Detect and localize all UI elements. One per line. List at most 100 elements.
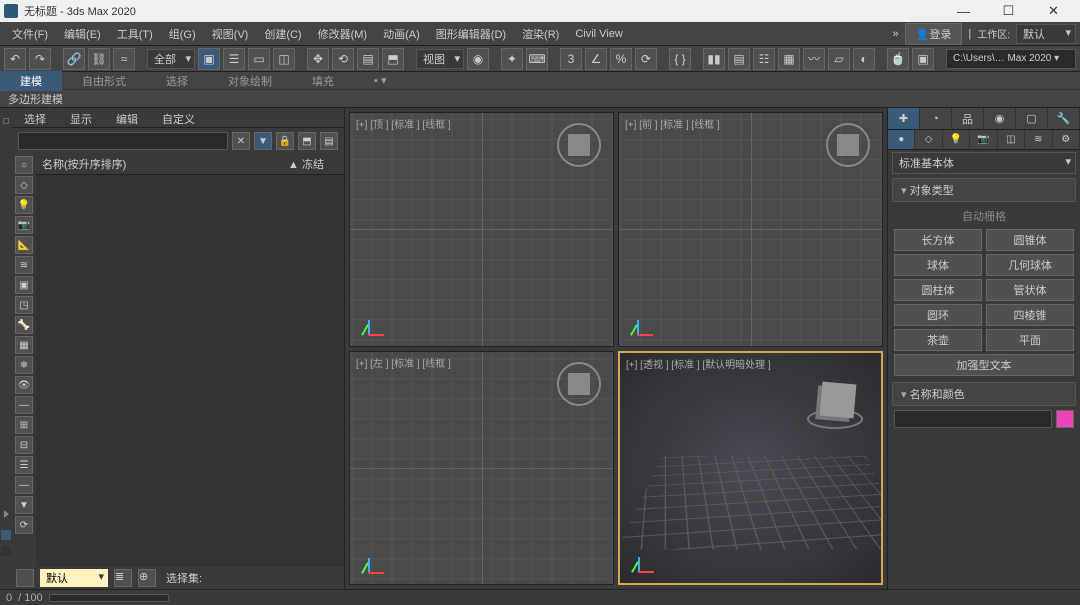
mirror-button[interactable]: ▮▮: [703, 48, 725, 70]
layer-toggle-icon[interactable]: [16, 569, 34, 587]
workspace-select[interactable]: 默认: [1016, 24, 1076, 44]
sub-lights-icon[interactable]: 💡: [943, 130, 970, 149]
expand-icon[interactable]: [4, 510, 9, 518]
filter-cameras-icon[interactable]: 📷: [15, 216, 33, 234]
menu-tools[interactable]: 工具(T): [109, 23, 161, 45]
btn-plane[interactable]: 平面: [986, 329, 1074, 351]
filter-lights-icon[interactable]: 💡: [15, 196, 33, 214]
btn-box[interactable]: 长方体: [894, 229, 982, 251]
filter-icon[interactable]: ▼: [254, 132, 272, 150]
menu-animation[interactable]: 动画(A): [375, 23, 428, 45]
menu-civil-view[interactable]: Civil View: [567, 25, 630, 43]
collapse-all-icon[interactable]: ⊟: [15, 436, 33, 454]
btn-sphere[interactable]: 球体: [894, 254, 982, 276]
toggle-ribbon-button[interactable]: ▦: [778, 48, 800, 70]
select-scale-button[interactable]: ▤: [357, 48, 379, 70]
ribbon-panel-polymodel[interactable]: 多边形建模: [8, 91, 63, 107]
menu-edit[interactable]: 编辑(E): [56, 23, 109, 45]
viewcube-icon[interactable]: [820, 381, 857, 418]
btn-teapot[interactable]: 茶壶: [894, 329, 982, 351]
snap-toggle-button[interactable]: 3: [560, 48, 582, 70]
rollout-name-color[interactable]: 名称和颜色: [892, 382, 1076, 406]
cmd-tab-utilities[interactable]: 🔧: [1048, 108, 1080, 129]
select-rotate-button[interactable]: ⟲: [332, 48, 354, 70]
select-place-button[interactable]: ⬒: [382, 48, 404, 70]
btn-tube[interactable]: 管状体: [986, 279, 1074, 301]
filter-frozen-icon[interactable]: ❄: [15, 356, 33, 374]
unlink-button[interactable]: ⛓: [88, 48, 110, 70]
schematic-view-button[interactable]: ▱: [828, 48, 850, 70]
btn-textplus[interactable]: 加强型文本: [894, 354, 1074, 376]
btn-torus[interactable]: 圆环: [894, 304, 982, 326]
filter-bones-icon[interactable]: 🦴: [15, 316, 33, 334]
cmd-tab-hierarchy[interactable]: 品: [952, 108, 984, 129]
filter-helpers-icon[interactable]: 📐: [15, 236, 33, 254]
bind-spacewarp-button[interactable]: ≈: [113, 48, 135, 70]
sub-helpers-icon[interactable]: ◫: [998, 130, 1025, 149]
color-swatch[interactable]: [1056, 410, 1074, 428]
primitive-category-select[interactable]: 标准基本体: [892, 152, 1076, 174]
ribbon-tab-modeling[interactable]: 建模: [0, 71, 62, 91]
display-children-icon[interactable]: ⬒: [298, 132, 316, 150]
layer-select[interactable]: 默认: [40, 569, 108, 587]
keyboard-shortcut-button[interactable]: ⌨: [526, 48, 548, 70]
project-path[interactable]: C:\Users\… Max 2020 ▾: [946, 49, 1076, 69]
cmd-tab-motion[interactable]: ◉: [984, 108, 1016, 129]
material-editor-button[interactable]: ◐: [853, 48, 875, 70]
object-name-input[interactable]: [894, 410, 1052, 428]
btn-cone[interactable]: 圆锥体: [986, 229, 1074, 251]
clear-search-icon[interactable]: ✕: [232, 132, 250, 150]
scene-explorer-list[interactable]: 名称(按升序排序) ▲ 冻结: [36, 154, 344, 567]
sub-cameras-icon[interactable]: 📷: [970, 130, 997, 149]
ref-coord-select[interactable]: 视图: [416, 49, 464, 69]
filter-hidden-icon[interactable]: 👁: [15, 376, 33, 394]
viewcube-icon[interactable]: [557, 362, 601, 406]
viewport-front[interactable]: [+] [前 ] [标准 ] [线框 ]: [618, 112, 883, 347]
btn-cylinder[interactable]: 圆柱体: [894, 279, 982, 301]
viewport-layout-alt[interactable]: [1, 546, 11, 556]
redo-button[interactable]: ↷: [29, 48, 51, 70]
filter-geometry-icon[interactable]: ○: [15, 156, 33, 174]
ribbon-tab-selection[interactable]: 选择: [146, 71, 208, 91]
layer-explorer-button[interactable]: ☷: [753, 48, 775, 70]
spinner-snap-button[interactable]: ⟳: [635, 48, 657, 70]
cmd-tab-modify[interactable]: ◔: [920, 108, 952, 129]
viewport-top[interactable]: [+] [顶 ] [标准 ] [线框 ]: [349, 112, 614, 347]
manipulate-button[interactable]: ✦: [501, 48, 523, 70]
filter-shapes-icon[interactable]: ◇: [15, 176, 33, 194]
render-setup-button[interactable]: 🍵: [887, 48, 909, 70]
curve-editor-button[interactable]: 〰: [803, 48, 825, 70]
login-button[interactable]: 👤登录: [905, 23, 963, 45]
sync-icon[interactable]: ⟳: [15, 516, 33, 534]
scene-tab-edit[interactable]: 编辑: [104, 108, 150, 127]
viewcube-icon[interactable]: [826, 123, 870, 167]
btn-pyramid[interactable]: 四棱锥: [986, 304, 1074, 326]
scene-tab-select[interactable]: 选择: [12, 108, 58, 127]
cmd-tab-display[interactable]: ▢: [1016, 108, 1048, 129]
sub-geometry-icon[interactable]: ●: [888, 130, 915, 149]
filter-spacewarps-icon[interactable]: ≋: [15, 256, 33, 274]
window-crossing-button[interactable]: ◫: [273, 48, 295, 70]
viewport-left[interactable]: [+] [左 ] [标准 ] [线框 ]: [349, 351, 614, 586]
link-button[interactable]: 🔗: [63, 48, 85, 70]
sub-systems-icon[interactable]: ⚙: [1053, 130, 1080, 149]
col-name[interactable]: 名称(按升序排序): [42, 156, 288, 172]
menu-graph-editors[interactable]: 图形编辑器(D): [428, 23, 514, 45]
cmd-tab-create[interactable]: ✚: [888, 108, 920, 129]
funnel-icon[interactable]: ▼: [15, 496, 33, 514]
expand-all-icon[interactable]: ⊞: [15, 416, 33, 434]
filter-groups-icon[interactable]: ▣: [15, 276, 33, 294]
scene-search-input[interactable]: [18, 132, 228, 150]
menu-file[interactable]: 文件(F): [4, 23, 56, 45]
viewport-layout-active[interactable]: [1, 530, 11, 540]
list-icon[interactable]: ☰: [15, 456, 33, 474]
selection-filter-select[interactable]: 全部: [147, 49, 195, 69]
viewport-perspective[interactable]: [+] [透视 ] [标准 ] [默认明暗处理 ]: [618, 351, 883, 586]
angle-snap-button[interactable]: ∠: [585, 48, 607, 70]
rect-region-button[interactable]: ▭: [248, 48, 270, 70]
menu-modifiers[interactable]: 修改器(M): [310, 23, 376, 45]
btn-geosphere[interactable]: 几何球体: [986, 254, 1074, 276]
menu-group[interactable]: 组(G): [161, 23, 204, 45]
maximize-button[interactable]: ☐: [986, 0, 1031, 22]
scene-tab-customize[interactable]: 自定义: [150, 108, 207, 127]
